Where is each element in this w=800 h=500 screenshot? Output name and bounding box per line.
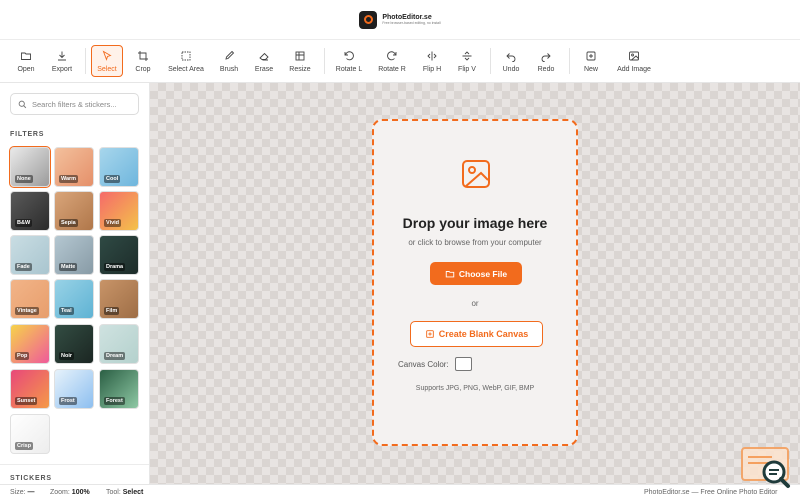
image-upload-icon [462, 160, 490, 188]
filter-fade[interactable]: Fade [10, 235, 50, 275]
canvas-color-label: Canvas Color: [398, 359, 449, 369]
canvas-color-row: Canvas Color: [398, 357, 472, 371]
filter-teal[interactable]: Teal [54, 279, 94, 319]
choose-file-button[interactable]: Choose File [430, 262, 522, 285]
create-blank-canvas-button[interactable]: Create Blank Canvas [410, 321, 543, 347]
filter-forest[interactable]: Forest [99, 369, 139, 409]
brush-tool-button[interactable]: Brush [213, 45, 245, 77]
filter-bw[interactable]: B&W [10, 191, 50, 231]
stickers-heading: STICKERS [10, 475, 52, 482]
crop-tool-button[interactable]: Crop [127, 45, 159, 77]
brand-name: PhotoEditor.se [382, 13, 432, 21]
filter-dream[interactable]: Dream [99, 324, 139, 364]
filter-drama[interactable]: Drama [99, 235, 139, 275]
help-search-icon[interactable] [740, 446, 792, 490]
filters-heading: FILTERS [10, 131, 45, 138]
search-input[interactable] [32, 99, 132, 109]
brand-logo[interactable]: PhotoEditor.se Free browser-based editin… [359, 10, 441, 29]
redo-icon [541, 52, 551, 62]
rotate-right-icon [387, 50, 397, 60]
dropzone-subtitle: or click to browse from your computer [408, 238, 542, 247]
filter-frost[interactable]: Frost [54, 369, 94, 409]
resize-icon [295, 51, 305, 60]
download-icon [58, 51, 66, 60]
toolbar-separator [490, 48, 491, 74]
app-header: PhotoEditor.se Free browser-based editin… [0, 0, 800, 40]
search-box [10, 93, 139, 115]
cursor-icon [102, 49, 112, 61]
brush-icon [225, 50, 235, 60]
select-area-icon [181, 51, 191, 60]
rotate-left-icon [344, 50, 354, 60]
plus-square-icon [586, 51, 596, 60]
folder-icon [21, 52, 31, 60]
filter-none[interactable]: None [9, 146, 51, 188]
open-button[interactable]: Open [10, 45, 42, 77]
export-button[interactable]: Export [46, 45, 78, 77]
filter-vivid[interactable]: Vivid [99, 191, 139, 231]
filter-warm[interactable]: Warm [54, 147, 94, 187]
resize-tool-button[interactable]: Resize [284, 45, 316, 77]
new-button[interactable]: New [576, 45, 606, 77]
image-dropzone[interactable]: Drop your image here or click to browse … [372, 119, 578, 446]
flip-vertical-button[interactable]: Flip V [452, 45, 482, 77]
rotate-right-button[interactable]: Rotate R [374, 45, 410, 77]
filter-cool[interactable]: Cool [99, 147, 139, 187]
supported-formats: Supports JPG, PNG, WebP, GIF, BMP [415, 385, 535, 392]
canvas-area[interactable]: Drop your image here or click to browse … [150, 83, 800, 484]
toolbar-separator [569, 48, 570, 74]
filter-matte[interactable]: Matte [54, 235, 94, 275]
toolbar-separator [85, 48, 86, 74]
filter-sunset[interactable]: Sunset [10, 369, 50, 409]
filter-vintage[interactable]: Vintage [10, 279, 50, 319]
flip-vertical-icon [462, 50, 472, 61]
status-tool: Tool: Select [106, 489, 144, 496]
status-bar: Size: — Zoom: 100% Tool: Select PhotoEdi… [0, 484, 800, 500]
add-image-button[interactable]: Add Image [612, 45, 656, 77]
toolbar-separator [324, 48, 325, 74]
filter-pop[interactable]: Pop [10, 324, 50, 364]
select-tool-button[interactable]: Select [91, 45, 123, 77]
plus-square-icon [425, 330, 434, 338]
brand-tagline: Free browser-based editing, no install [382, 20, 441, 25]
sidebar: FILTERS None Warm Cool B&W Sepia Vivid F… [0, 83, 150, 484]
filter-film[interactable]: Film [99, 279, 139, 319]
dropzone-title: Drop your image here [402, 215, 548, 231]
status-footer: PhotoEditor.se — Free Online Photo Edito… [644, 489, 778, 496]
eraser-icon [259, 52, 269, 60]
undo-icon [506, 52, 516, 62]
status-zoom: Zoom: 100% [50, 489, 90, 496]
filter-noir[interactable]: Noir [54, 324, 94, 364]
status-size: Size: — [10, 489, 35, 496]
canvas-color-picker[interactable] [454, 357, 472, 371]
or-separator: or [471, 299, 479, 308]
logo-icon [359, 10, 378, 29]
undo-button[interactable]: Undo [496, 45, 526, 77]
flip-horizontal-button[interactable]: Flip H [417, 45, 447, 77]
toolbar: Open Export Select Crop Select Area Brus… [0, 40, 800, 83]
folder-icon [445, 270, 455, 277]
sidebar-divider [0, 464, 149, 465]
rotate-left-button[interactable]: Rotate L [331, 45, 367, 77]
filter-sepia[interactable]: Sepia [54, 191, 94, 231]
search-icon [18, 100, 27, 108]
flip-horizontal-icon [427, 51, 437, 60]
select-area-tool-button[interactable]: Select Area [164, 45, 208, 77]
filter-crisp[interactable]: Crisp [10, 414, 50, 454]
redo-button[interactable]: Redo [531, 45, 561, 77]
erase-tool-button[interactable]: Erase [248, 45, 280, 77]
image-icon [629, 51, 639, 60]
crop-icon [138, 50, 148, 61]
